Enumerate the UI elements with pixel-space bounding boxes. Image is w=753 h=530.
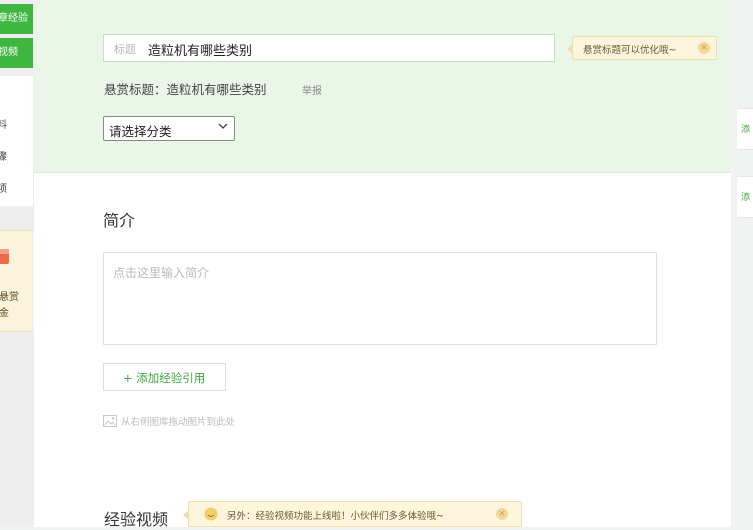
left-sidebar: 章经验 视频 料 骤 项 悬赏 金 xyxy=(0,0,34,527)
title-tip-bubble: 悬赏标题可以优化哦~ × xyxy=(567,36,717,60)
right-card-add[interactable]: 添 xyxy=(737,176,753,218)
sidebar-item-materials[interactable]: 料 xyxy=(0,116,33,131)
close-icon[interactable]: × xyxy=(698,42,710,54)
video-heading: 经验视频 xyxy=(104,510,169,529)
drag-hint-text: 从右侧图库拖动图片到此处 xyxy=(121,417,236,428)
sidebar-button-label: 视频 xyxy=(0,47,18,58)
category-select-value: 请选择分类 xyxy=(109,124,172,139)
report-link[interactable]: 举报 xyxy=(302,82,322,97)
image-icon xyxy=(103,415,117,427)
sidebar-button-label: 章经验 xyxy=(0,13,28,24)
category-select[interactable]: 请选择分类 xyxy=(103,116,235,141)
drag-image-hint: 从右侧图库拖动图片到此处 xyxy=(103,414,235,428)
video-tip-text: 另外：经验视频功能上线啦！小伙伴们多多体验哦~ xyxy=(227,511,444,522)
editor-main: 标题 造粒机有哪些类别 悬赏标题可以优化哦~ × 悬赏标题：造粒机有哪些类别 举… xyxy=(34,0,731,529)
sidebar-list: 料 骤 项 xyxy=(0,76,33,206)
smile-icon xyxy=(204,507,218,521)
add-reference-button[interactable]: + 添加经验引用 xyxy=(103,363,226,391)
title-input[interactable]: 标题 造粒机有哪些类别 xyxy=(103,34,555,62)
promo-line: 金 xyxy=(0,308,9,319)
title-tip-text: 悬赏标题可以优化哦~ xyxy=(583,45,677,56)
sidebar-item-notes[interactable]: 项 xyxy=(0,180,33,195)
intro-heading: 简介 xyxy=(103,211,136,230)
right-card-add[interactable]: 添 xyxy=(737,108,753,150)
intro-placeholder: 点击这里输入简介 xyxy=(113,266,210,280)
right-panel xyxy=(731,0,753,527)
promo-line: 悬赏 xyxy=(0,292,19,303)
sidebar-item-steps[interactable]: 骤 xyxy=(0,148,33,163)
sidebar-button-video[interactable]: 视频 xyxy=(0,38,33,68)
video-tip-bubble: 另外：经验视频功能上线啦！小伙伴们多多体验哦~ × xyxy=(183,501,522,527)
close-icon[interactable]: × xyxy=(496,508,508,520)
bounty-title-label: 悬赏标题：造粒机有哪些类别 xyxy=(104,82,267,97)
chevron-down-icon xyxy=(218,123,228,129)
title-prefix-label: 标题 xyxy=(114,43,136,56)
red-envelope-icon xyxy=(0,249,9,264)
title-input-value: 造粒机有哪些类别 xyxy=(148,44,253,59)
sidebar-button-experience[interactable]: 章经验 xyxy=(0,4,33,34)
intro-textarea[interactable]: 点击这里输入简介 xyxy=(103,252,657,345)
sidebar-bounty-promo[interactable]: 悬赏 金 xyxy=(0,230,33,332)
intro-fade xyxy=(294,253,656,344)
add-reference-label: + 添加经验引用 xyxy=(123,371,206,385)
title-panel: 标题 造粒机有哪些类别 悬赏标题可以优化哦~ × 悬赏标题：造粒机有哪些类别 举… xyxy=(34,0,731,173)
